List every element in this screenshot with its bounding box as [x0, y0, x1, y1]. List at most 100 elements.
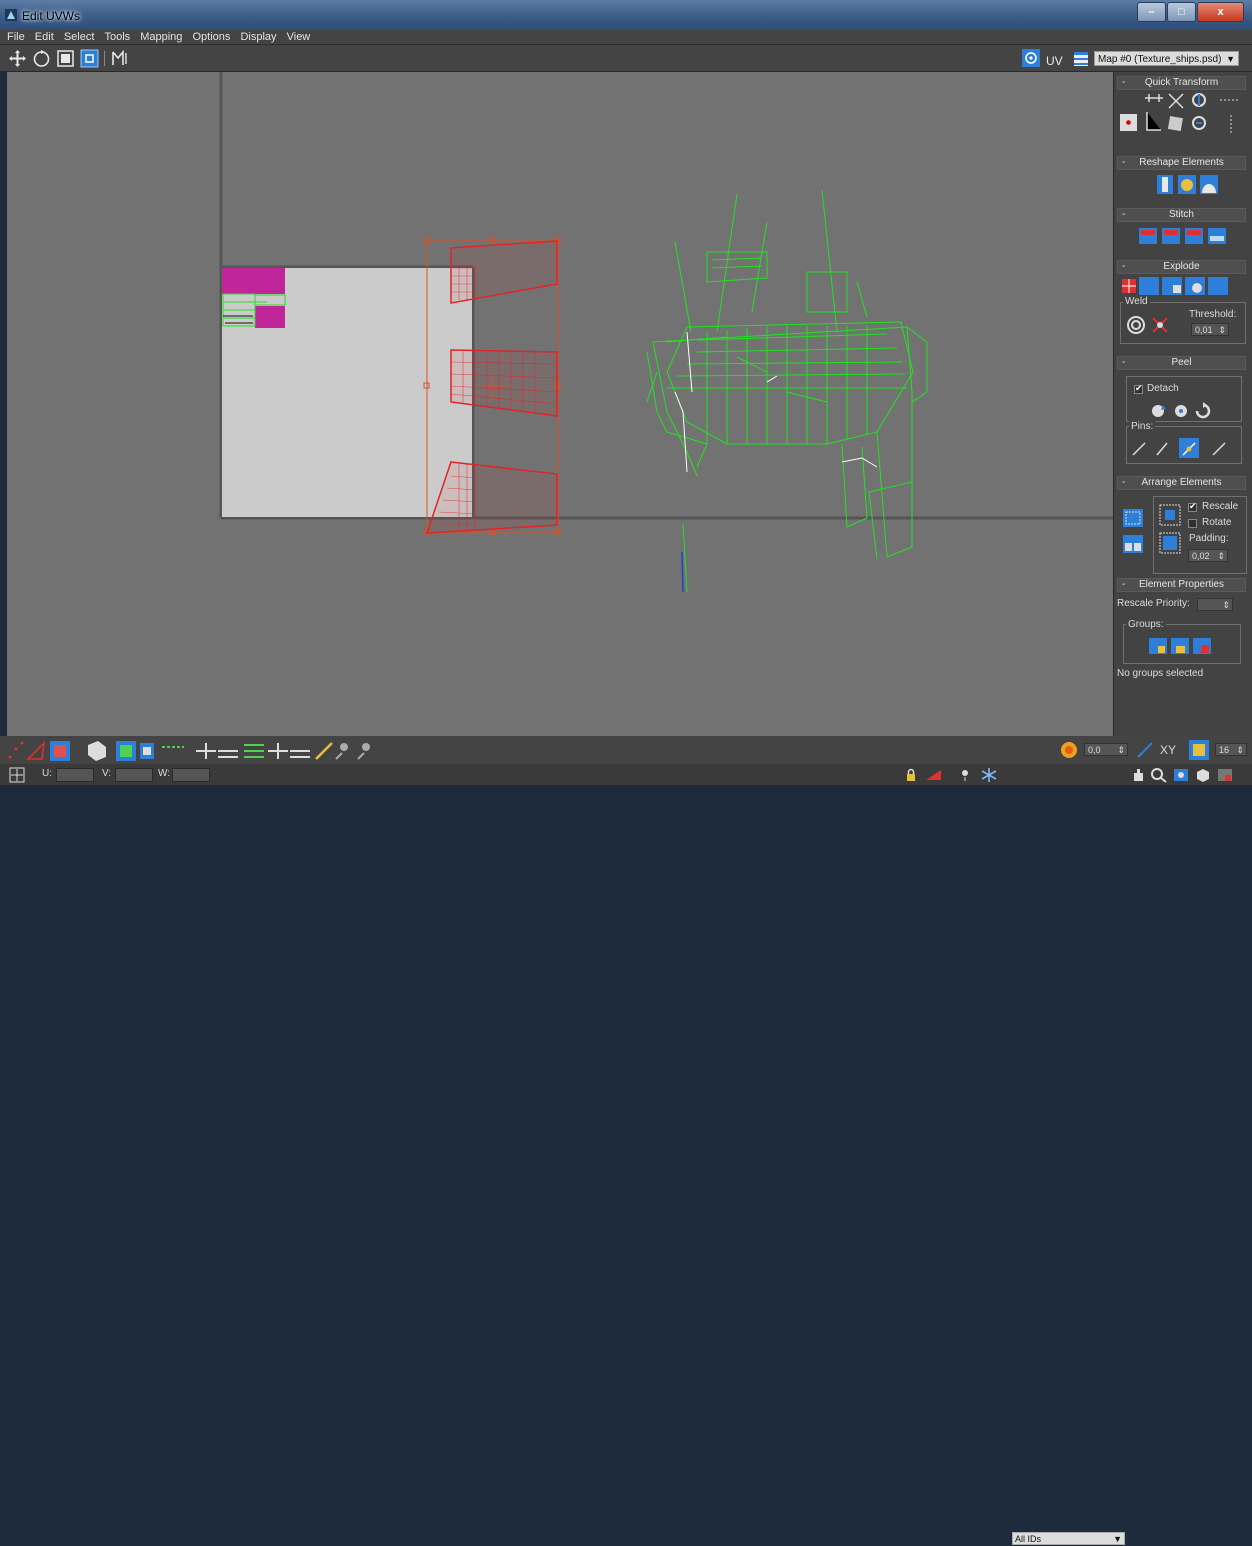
collapse-icon[interactable]: -: [1122, 157, 1125, 169]
peel-mode-icon[interactable]: [1171, 401, 1191, 419]
rescale-priority-input[interactable]: ⇕: [1197, 598, 1233, 611]
collapse-icon[interactable]: -: [1122, 357, 1125, 369]
rotate-checkbox[interactable]: [1188, 519, 1197, 528]
menu-select[interactable]: Select: [64, 30, 95, 44]
ring-shrink-icon[interactable]: [290, 750, 310, 758]
align-pivot-icon[interactable]: [1120, 114, 1137, 131]
absolute-mode-icon[interactable]: [9, 767, 25, 783]
menu-options[interactable]: Options: [192, 30, 230, 44]
v-coordinate-input[interactable]: [115, 768, 153, 782]
zoom-extents-icon[interactable]: [1194, 767, 1212, 783]
straighten-icon[interactable]: [1157, 175, 1173, 194]
menu-view[interactable]: View: [287, 30, 311, 44]
rotate-ccw-icon[interactable]: [1192, 116, 1206, 130]
peel-header[interactable]: - Peel: [1117, 356, 1246, 370]
reset-peel-icon[interactable]: [1193, 401, 1213, 419]
rotate-icon[interactable]: [32, 49, 51, 68]
minimize-button[interactable]: –: [1137, 2, 1166, 22]
reshape-elements-header[interactable]: - Reshape Elements: [1117, 156, 1246, 170]
material-id-select[interactable]: All IDs ▼: [1012, 1532, 1125, 1545]
uv-mode-icon[interactable]: [1022, 49, 1040, 67]
menu-tools[interactable]: Tools: [104, 30, 130, 44]
soft-select-icon[interactable]: [1060, 741, 1078, 759]
spinner-icon[interactable]: ⇕: [1217, 550, 1225, 563]
w-coordinate-input[interactable]: [172, 768, 210, 782]
ring-grow-icon[interactable]: [268, 743, 288, 759]
rescale-checkbox[interactable]: ✔: [1188, 501, 1197, 512]
freeze-icon[interactable]: [980, 767, 998, 783]
rotate-cw-icon[interactable]: [1192, 93, 1206, 107]
scale-icon[interactable]: [56, 49, 75, 68]
zoom-icon[interactable]: [1150, 767, 1168, 783]
group-select-icon[interactable]: [1148, 637, 1168, 655]
pack-rescale-icon[interactable]: [1158, 531, 1182, 555]
freeform-icon[interactable]: [80, 49, 99, 68]
light-icon[interactable]: [958, 768, 972, 782]
brush-shrink-icon[interactable]: [357, 743, 370, 760]
explode-header[interactable]: - Explode: [1117, 260, 1246, 274]
shrink-select-icon[interactable]: [140, 743, 154, 759]
linear-align-icon[interactable]: [1168, 93, 1184, 109]
relax-icon[interactable]: [1178, 175, 1196, 194]
break-icon[interactable]: [1122, 279, 1136, 293]
ship-uv-wireframe[interactable]: [646, 189, 928, 593]
ring-icon[interactable]: [244, 744, 264, 758]
arrange-elements-header[interactable]: - Arrange Elements: [1117, 476, 1246, 490]
pack-together-icon[interactable]: [1122, 534, 1144, 554]
collapse-icon[interactable]: -: [1122, 261, 1125, 273]
xy-label[interactable]: XY: [1160, 743, 1176, 757]
edge-mode-icon[interactable]: [26, 740, 46, 760]
group-remove-icon[interactable]: [1192, 637, 1212, 655]
menu-mapping[interactable]: Mapping: [140, 30, 182, 44]
paint-select-icon[interactable]: [315, 742, 333, 760]
collapse-icon[interactable]: -: [1122, 477, 1125, 489]
zoom-region-icon[interactable]: [1172, 767, 1190, 783]
menu-display[interactable]: Display: [240, 30, 276, 44]
grid-snap-icon[interactable]: [1188, 739, 1210, 761]
group-add-icon[interactable]: [1170, 637, 1190, 655]
grid-size-input[interactable]: 16 ⇕: [1215, 743, 1247, 756]
map-select[interactable]: Map #0 (Texture_ships.psd) ▼: [1094, 51, 1239, 66]
threshold-input[interactable]: 0,01 ⇕: [1191, 323, 1229, 336]
stitch-target-icon[interactable]: [1208, 228, 1226, 244]
loop-grow-icon[interactable]: [196, 743, 216, 759]
spinner-icon[interactable]: ⇕: [1117, 744, 1125, 757]
quick-transform-header[interactable]: - Quick Transform: [1117, 76, 1246, 90]
grow-select-icon[interactable]: [116, 741, 136, 761]
flip-icon[interactable]: [1167, 116, 1183, 132]
pan-icon[interactable]: [1130, 767, 1148, 783]
pin-selected-icon[interactable]: [1179, 438, 1199, 458]
pack-normalize-icon[interactable]: [1158, 503, 1182, 527]
detach-checkbox[interactable]: ✔: [1134, 383, 1143, 394]
pin-unpin-icon[interactable]: [1212, 442, 1226, 456]
checker-icon[interactable]: [1074, 52, 1088, 66]
close-button[interactable]: x: [1197, 2, 1244, 22]
move-icon[interactable]: [8, 49, 27, 68]
element-properties-header[interactable]: - Element Properties: [1117, 578, 1246, 592]
polygon-mode-icon[interactable]: [50, 741, 70, 761]
circle-icon[interactable]: [1200, 175, 1218, 194]
explode-smoothing-icon[interactable]: [1162, 277, 1182, 295]
spinner-icon[interactable]: ⇕: [1236, 744, 1244, 757]
spinner-icon[interactable]: ⇕: [1222, 599, 1230, 612]
collapse-icon[interactable]: -: [1122, 77, 1125, 89]
pin-edit-icon[interactable]: [1132, 442, 1146, 456]
mirror-icon[interactable]: [110, 49, 129, 68]
uv-viewport[interactable]: [7, 72, 1113, 736]
u-coordinate-input[interactable]: [56, 768, 94, 782]
collapse-icon[interactable]: -: [1122, 209, 1125, 221]
collapse-icon[interactable]: -: [1122, 579, 1125, 591]
weld-selected-icon[interactable]: [1150, 315, 1170, 335]
align-horizontal-icon[interactable]: [1145, 94, 1163, 102]
element-mode-icon[interactable]: [88, 741, 106, 761]
distance-icon[interactable]: [1136, 741, 1154, 759]
stitch-source-icon[interactable]: [1162, 228, 1180, 244]
lock-icon[interactable]: [904, 768, 918, 782]
align-vertical-icon[interactable]: [1146, 112, 1161, 131]
stitch-average-icon[interactable]: [1185, 228, 1203, 244]
spinner-icon[interactable]: ⇕: [1218, 324, 1226, 337]
stitch-custom-icon[interactable]: [1139, 228, 1157, 244]
menu-file[interactable]: File: [7, 30, 25, 44]
loop-shrink-icon[interactable]: [218, 750, 238, 758]
stitch-header[interactable]: - Stitch: [1117, 208, 1246, 222]
